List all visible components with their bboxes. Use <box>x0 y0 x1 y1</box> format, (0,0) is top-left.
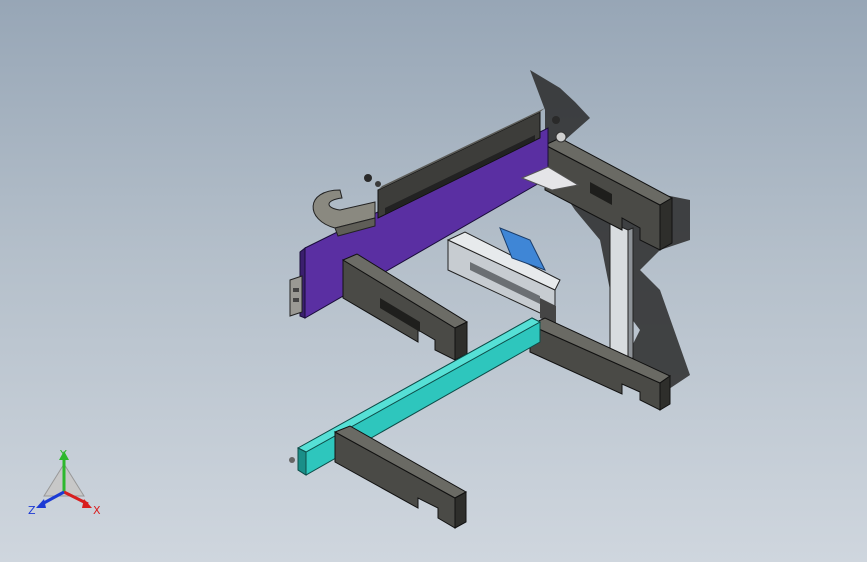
vertical-post[interactable] <box>609 221 634 361</box>
coordinate-triad: Y X Z <box>28 448 101 517</box>
assembly-model[interactable] <box>0 0 867 562</box>
y-axis-label: Y <box>59 448 67 461</box>
z-arrow-icon <box>36 499 46 508</box>
lower-left-arm[interactable] <box>333 425 468 529</box>
left-endcap[interactable] <box>289 275 303 317</box>
z-axis-label: Z <box>28 504 36 517</box>
linear-slide[interactable] <box>446 227 561 326</box>
model-viewport[interactable]: Y X Z <box>0 0 867 562</box>
teal-beam[interactable] <box>289 317 542 476</box>
x-axis-label: X <box>93 504 101 517</box>
